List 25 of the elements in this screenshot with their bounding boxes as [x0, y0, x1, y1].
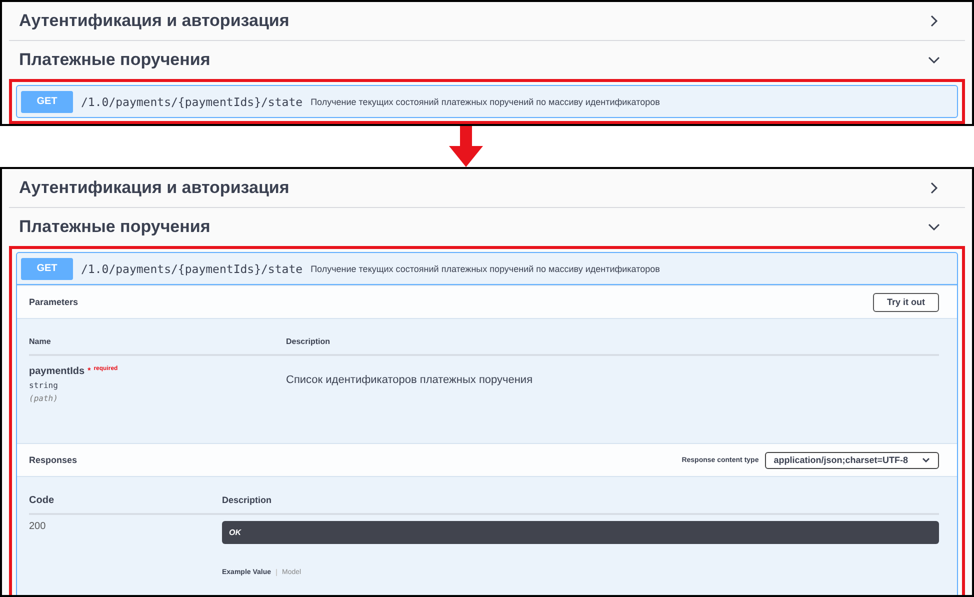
required-mark: * [88, 366, 91, 375]
section-title[interactable]: Аутентификация и авторизация [19, 11, 290, 31]
content-type-dropdown[interactable]: application/json;charset=UTF-8 [764, 452, 939, 468]
endpoint-summary: Получение текущих состояний платежных поручений по массиву идентификаторов [310, 96, 660, 106]
response-description: OK [222, 521, 939, 544]
section-heading: Responses [29, 455, 78, 465]
column-header: Description [222, 495, 273, 506]
endpoint-path[interactable]: /1.0/payments/{paymentIds}/state [81, 94, 303, 108]
column-header: Code [29, 495, 55, 506]
column-header: Name [29, 337, 52, 346]
down-arrow-icon [449, 126, 483, 167]
section-heading: Parameters [29, 297, 78, 307]
try-it-out-button[interactable]: Try it out [873, 292, 939, 312]
column-header: Description [286, 337, 332, 346]
parameter-type: string [29, 381, 59, 390]
section-title[interactable]: Платежные поручения [19, 217, 210, 237]
chevron-down-icon [922, 457, 930, 463]
parameter-location: (path) [29, 394, 59, 403]
response-code: 200 [29, 521, 47, 534]
section-title[interactable]: Аутентификация и авторизация [19, 178, 290, 198]
parameter-name: paymentIds [29, 366, 85, 377]
endpoint-summary: Получение текущих состояний платежных поручений по массиву идентификаторов [310, 264, 660, 274]
endpoint-path[interactable]: /1.0/payments/{paymentIds}/state [81, 262, 303, 276]
parameter-description: Список идентификаторов платежных поручения [286, 373, 534, 388]
section-title[interactable]: Платежные поручения [19, 50, 210, 70]
